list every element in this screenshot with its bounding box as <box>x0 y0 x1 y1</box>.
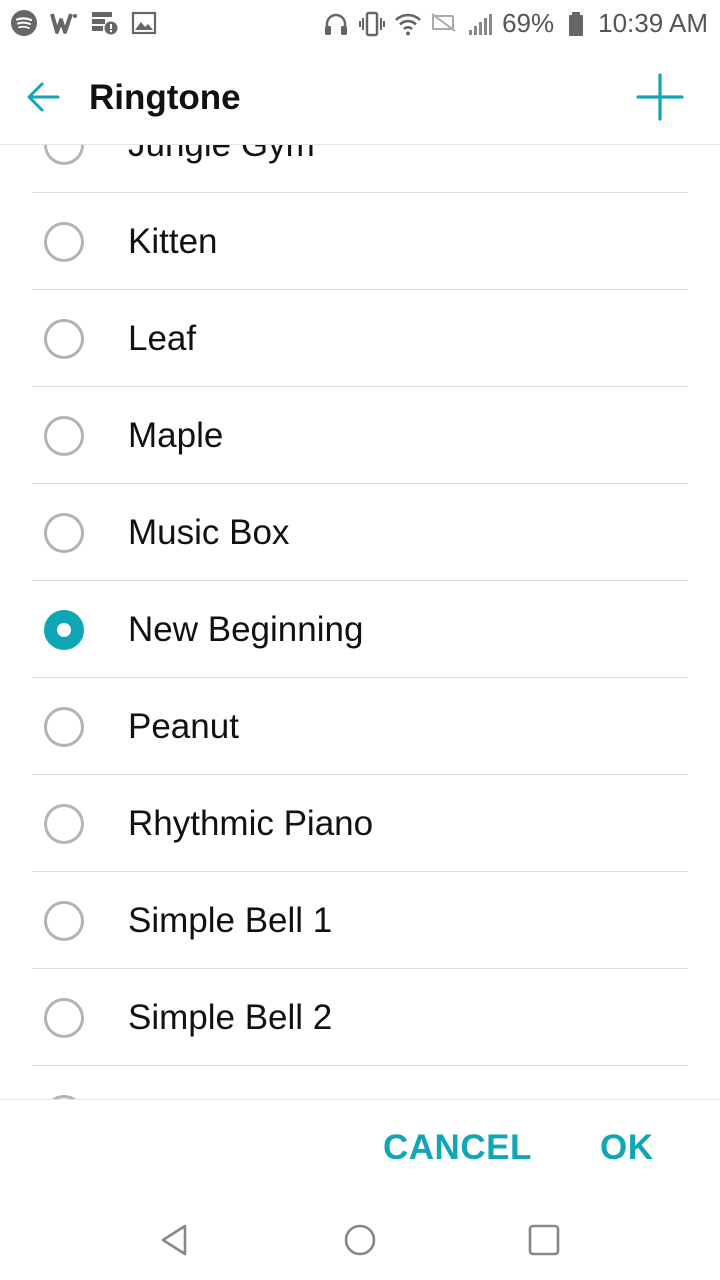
ringtone-row[interactable]: Music Box <box>0 484 720 581</box>
system-nav-bar <box>0 1200 720 1280</box>
app-bar: Ringtone <box>0 50 720 145</box>
cancel-button[interactable]: CANCEL <box>383 1128 532 1168</box>
nav-home-button[interactable] <box>340 1220 380 1260</box>
ringtone-label: Maple <box>128 415 224 455</box>
nav-back-button[interactable] <box>155 1220 195 1260</box>
ringtone-row[interactable]: Simple Bell 1 <box>0 872 720 969</box>
radio-button[interactable] <box>44 900 84 941</box>
ringtone-label: Leaf <box>128 318 197 358</box>
status-bar: 69% 10:39 AM <box>0 0 720 50</box>
radio-button[interactable] <box>44 221 84 262</box>
ringtone-label: Simple Bell 2 <box>128 997 333 1037</box>
image-icon <box>130 9 158 37</box>
ringtone-row[interactable]: Simple Bell 2 <box>0 969 720 1066</box>
battery-percent: 69% <box>502 8 555 38</box>
radio-button[interactable] <box>44 512 84 553</box>
ringtone-row[interactable]: Kitten <box>0 193 720 290</box>
ringtone-list-content: Jungle Gym Kitten Leaf Maple Music Box New Be… <box>0 145 720 1100</box>
back-arrow-icon <box>27 82 60 112</box>
ringtone-label: Jungle Gym <box>128 145 315 165</box>
ringtone-list[interactable]: Jungle Gym Kitten Leaf Maple Music Box New Be… <box>0 145 720 1100</box>
notification-alert-icon <box>90 9 118 37</box>
signal-icon <box>466 10 494 38</box>
ringtone-row[interactable]: New Beginning <box>0 581 720 678</box>
battery-icon <box>562 10 590 38</box>
ringtone-row[interactable]: Maple <box>0 387 720 484</box>
back-button[interactable] <box>22 75 66 119</box>
radio-button[interactable] <box>44 997 84 1038</box>
ringtone-row[interactable] <box>0 1066 720 1100</box>
ringtone-label: Peanut <box>128 706 239 746</box>
radio-button[interactable] <box>44 415 84 456</box>
radio-button[interactable] <box>44 145 84 165</box>
vibrate-icon <box>358 10 386 38</box>
radio-button-checked[interactable] <box>44 609 84 650</box>
nav-home-icon <box>344 1224 376 1256</box>
ringtone-row[interactable]: Peanut <box>0 678 720 775</box>
ringtone-row[interactable]: Jungle Gym <box>0 145 720 193</box>
status-left-icons <box>10 9 158 37</box>
ok-button[interactable]: OK <box>600 1128 654 1168</box>
no-sim-icon <box>430 10 458 38</box>
spotify-icon <box>10 9 38 37</box>
headphones-icon <box>322 10 350 38</box>
wifi-icon <box>394 10 422 38</box>
radio-button[interactable] <box>44 706 84 747</box>
plus-icon <box>636 73 684 121</box>
page-title: Ringtone <box>89 78 241 117</box>
status-time: 10:39 AM <box>598 8 708 38</box>
ringtone-label: Music Box <box>128 512 290 552</box>
nav-recents-button[interactable] <box>524 1220 564 1260</box>
ringtone-row[interactable]: Rhythmic Piano <box>0 775 720 872</box>
ringtone-label: Kitten <box>128 221 218 261</box>
radio-button[interactable] <box>44 318 84 359</box>
dialog-footer: CANCEL OK <box>0 1099 720 1200</box>
status-right-icons: 69% 10:39 AM <box>322 8 708 39</box>
ringtone-row[interactable]: Leaf <box>0 290 720 387</box>
nav-back-icon <box>161 1224 187 1256</box>
ringtone-label: Rhythmic Piano <box>128 803 374 843</box>
w-app-icon <box>50 9 78 37</box>
ringtone-label: Simple Bell 1 <box>128 900 333 940</box>
ringtone-label: New Beginning <box>128 609 364 649</box>
radio-button[interactable] <box>44 803 84 844</box>
add-ringtone-button[interactable] <box>636 73 684 121</box>
nav-recents-icon <box>528 1224 560 1256</box>
